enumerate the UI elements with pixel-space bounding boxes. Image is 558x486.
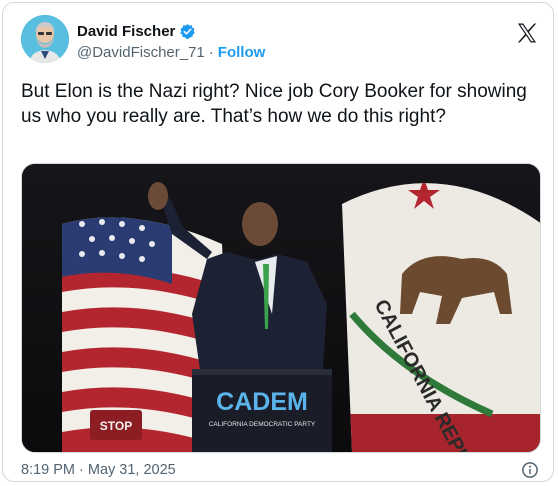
tweet-text: But Elon is the Nazi right? Nice job Cor… bbox=[21, 81, 527, 127]
author-handle[interactable]: @DavidFischer_71 bbox=[77, 44, 205, 61]
author-display-name[interactable]: David Fischer bbox=[77, 23, 175, 40]
avatar[interactable] bbox=[21, 15, 69, 63]
avatar-illustration bbox=[21, 15, 69, 63]
info-icon[interactable] bbox=[521, 461, 539, 479]
follow-button[interactable]: Follow bbox=[218, 44, 266, 61]
podium-logo: CADEM bbox=[216, 388, 308, 416]
tweet-timestamp[interactable]: 8:19 PM · May 31, 2025 bbox=[21, 462, 176, 478]
california-flag: CALIFORNIA REPUBLIC bbox=[342, 183, 540, 452]
tweet-header: David Fischer @DavidFischer_71 · Follow bbox=[21, 15, 541, 67]
handle-row: @DavidFischer_71 · Follow bbox=[77, 41, 265, 63]
tweet-footer: 8:19 PM · May 31, 2025 bbox=[21, 459, 539, 481]
separator-dot: · bbox=[208, 43, 214, 61]
display-name-row: David Fischer bbox=[77, 21, 265, 41]
verified-badge-icon bbox=[179, 23, 196, 40]
podium: CADEM CALIFORNIA DEMOCRATIC PARTY bbox=[192, 369, 332, 452]
sign-text: STOP bbox=[100, 419, 132, 433]
podium-subtitle: CALIFORNIA DEMOCRATIC PARTY bbox=[209, 421, 316, 428]
tweet-media-image[interactable]: CALIFORNIA REPUBLIC CADEM CALIFORNIA DEM… bbox=[21, 163, 541, 453]
media-scene: CALIFORNIA REPUBLIC CADEM CALIFORNIA DEM… bbox=[22, 164, 540, 452]
x-logo-icon[interactable] bbox=[515, 21, 539, 45]
author-names: David Fischer @DavidFischer_71 · Follow bbox=[77, 21, 265, 63]
stop-sign: STOP bbox=[90, 410, 142, 440]
tweet-card: David Fischer @DavidFischer_71 · Follow bbox=[2, 2, 554, 482]
